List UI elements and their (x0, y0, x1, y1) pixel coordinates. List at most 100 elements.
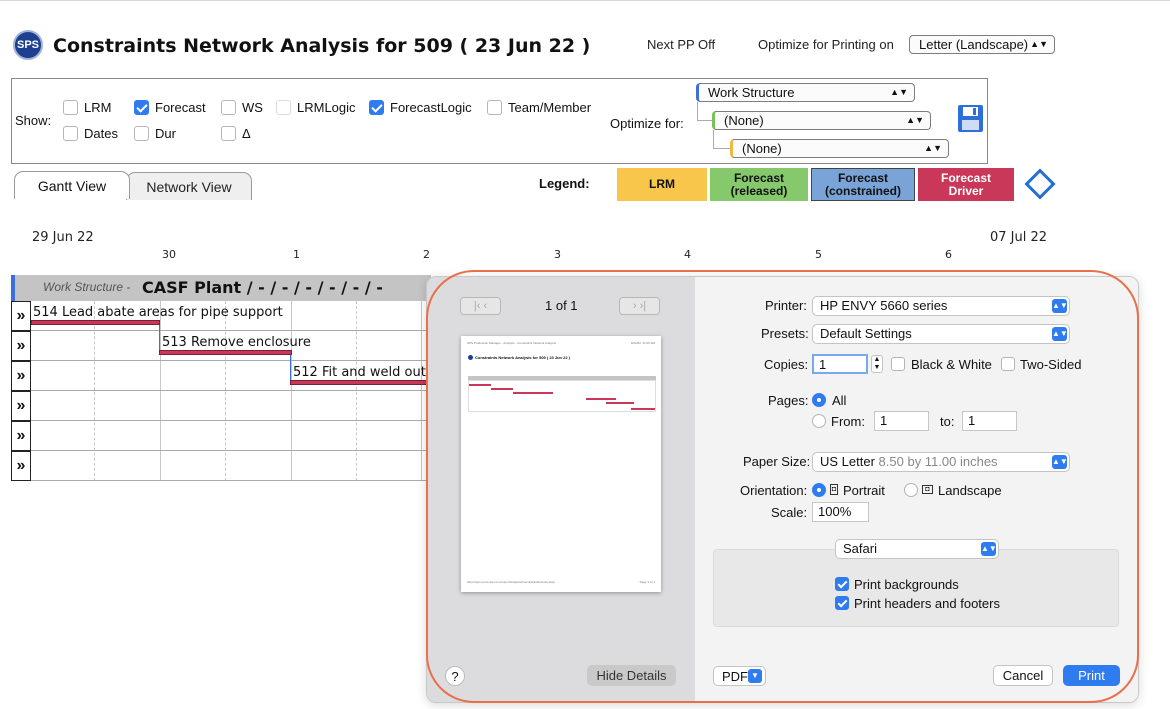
optimize-level3-select[interactable]: (None) ▲▼ (730, 139, 949, 158)
print-headers-checkbox[interactable] (835, 596, 849, 610)
task-bar[interactable] (159, 350, 292, 355)
row-expand-button[interactable]: » (11, 421, 31, 451)
dur-checkbox[interactable] (134, 126, 149, 141)
landscape-icon: ◘ (922, 485, 933, 494)
popup-arrows-icon: ▲▼ (1052, 455, 1068, 469)
pages-all-radio[interactable] (812, 393, 826, 407)
hide-details-button[interactable]: Hide Details (587, 665, 676, 686)
pages-all-label: All (832, 393, 847, 408)
dates-checkbox-label: Dates (84, 126, 118, 141)
task-label[interactable]: 513 Remove enclosure (162, 335, 311, 350)
task-bar[interactable] (31, 320, 160, 325)
black-white-checkbox[interactable] (891, 357, 905, 371)
paper-size-value: US Letter (820, 454, 875, 469)
cancel-button[interactable]: Cancel (993, 665, 1053, 686)
lrm-checkbox[interactable] (63, 100, 78, 115)
first-prev-page-button[interactable]: |‹ ‹ (460, 297, 501, 315)
preview-task-bar (631, 408, 655, 410)
popup-arrows-icon: ▲▼ (1052, 299, 1068, 313)
show-label: Show: (15, 113, 52, 128)
dates-checkbox[interactable] (63, 126, 78, 141)
preview-logo-icon (468, 355, 473, 360)
black-white-label: Black & White (911, 357, 992, 372)
save-icon[interactable] (957, 104, 984, 133)
pages-label: Pages: (768, 393, 809, 408)
pdf-label: PDF (722, 669, 748, 684)
tab-gantt-view[interactable]: Gantt View (14, 171, 130, 199)
preview-footer-right: Page 1 of 1 (639, 580, 655, 584)
table-row (11, 421, 431, 451)
preview-task-bar (586, 398, 616, 400)
pages-from-field[interactable]: 1 (874, 411, 929, 431)
ws-checkbox[interactable] (221, 100, 236, 115)
app-section-select[interactable]: Safari ▲▼ (835, 539, 999, 559)
print-preview-pane: |‹ ‹ 1 of 1 › ›| SPS Production Manager … (427, 277, 695, 702)
timeline-tick: 2 (423, 248, 430, 261)
print-button[interactable]: Print (1063, 665, 1120, 686)
row-expand-button[interactable]: » (11, 391, 31, 421)
milestone-diamond-icon (1024, 168, 1056, 200)
timeline-start-date: 29 Jun 22 (32, 230, 94, 245)
row-expand-button[interactable]: » (11, 361, 31, 391)
row-expand-button[interactable]: » (11, 331, 31, 361)
table-row (11, 451, 431, 481)
tab-network-view[interactable]: Network View (126, 172, 252, 200)
optimize-level2-value: (None) (724, 113, 764, 128)
timeline-tick: 30 (162, 248, 176, 261)
forecast-checkbox-label: Forecast (155, 100, 206, 115)
pages-to-field[interactable]: 1 (962, 411, 1017, 431)
preview-task-bar (513, 392, 553, 394)
team-member-checkbox[interactable] (487, 100, 502, 115)
portrait-radio[interactable] (812, 483, 826, 497)
select-arrows-icon: ▲▼ (890, 87, 908, 97)
forecastlogic-checkbox[interactable] (369, 100, 384, 115)
copies-field[interactable]: 1 (812, 354, 868, 374)
legend-forecast-driver-line2: Driver (948, 183, 984, 198)
select-arrows-icon: ▲▼ (1030, 39, 1048, 49)
legend-forecast-released-line1: Forecast (733, 170, 784, 185)
print-dialog: |‹ ‹ 1 of 1 › ›| SPS Production Manager … (426, 276, 1139, 703)
task-label[interactable]: 514 Lead abate areas for pipe support (33, 305, 283, 320)
two-sided-checkbox[interactable] (1001, 357, 1015, 371)
optimize-level2-select[interactable]: (None) ▲▼ (712, 111, 931, 130)
tree-connector (697, 102, 712, 121)
legend-forecast-released-line2: (released) (730, 183, 788, 198)
preview-gantt-grid (468, 380, 656, 412)
row-expand-button[interactable]: » (11, 451, 31, 481)
legend-forecast-constrained-line2: (constrained) (824, 183, 901, 198)
scale-field[interactable]: 100% (812, 502, 869, 522)
task-bar[interactable] (290, 380, 428, 385)
printer-select[interactable]: HP ENVY 5660 series ▲▼ (812, 296, 1070, 316)
delta-checkbox[interactable] (221, 126, 236, 141)
timeline-tick: 6 (945, 248, 952, 261)
ws-checkbox-label: WS (242, 100, 263, 115)
select-arrows-icon: ▲▼ (924, 143, 942, 153)
presets-select[interactable]: Default Settings ▲▼ (812, 324, 1070, 344)
task-label[interactable]: 512 Fit and weld out (293, 365, 426, 380)
row-expand-button[interactable]: » (11, 301, 31, 331)
printer-label: Printer: (765, 298, 807, 313)
lrm-checkbox-label: LRM (84, 100, 112, 115)
print-backgrounds-label: Print backgrounds (854, 577, 959, 592)
table-row (11, 391, 431, 421)
pdf-menu-button[interactable]: PDF ▼ (713, 666, 766, 686)
optimize-level1-select[interactable]: Work Structure ▲▼ (696, 83, 915, 102)
lrmlogic-checkbox[interactable] (276, 100, 291, 115)
print-settings-pane: Printer: HP ENVY 5660 series ▲▼ Presets:… (695, 277, 1138, 702)
pages-range-radio[interactable] (812, 414, 826, 428)
print-headers-label: Print headers and footers (854, 596, 1000, 611)
next-pp-toggle[interactable]: Next PP Off (647, 37, 715, 52)
group-type-label: Work Structure - (43, 280, 131, 294)
paper-format-select[interactable]: Letter (Landscape) ▲▼ (909, 35, 1055, 54)
paper-size-select[interactable]: US Letter 8.50 by 11.00 inches ▲▼ (812, 452, 1070, 472)
optimize-level1-value: Work Structure (708, 85, 795, 100)
print-backgrounds-checkbox[interactable] (835, 577, 849, 591)
copies-stepper[interactable]: ▲ ▼ (871, 355, 883, 373)
legend-forecast-constrained: Forecast (constrained) (811, 168, 915, 201)
forecast-checkbox[interactable] (134, 100, 149, 115)
orientation-label: Orientation: (740, 483, 808, 498)
next-last-page-button[interactable]: › ›| (619, 297, 660, 315)
group-title: CASF Plant / - / - / - / - / - / - (142, 278, 383, 297)
landscape-radio[interactable] (904, 483, 918, 497)
help-button[interactable]: ? (445, 666, 465, 686)
